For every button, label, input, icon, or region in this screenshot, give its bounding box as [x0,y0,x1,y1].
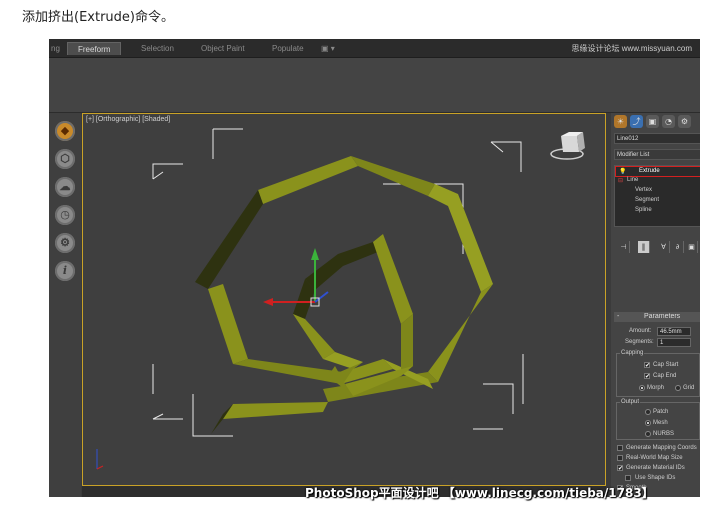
gear-icon[interactable]: ⚙ [55,233,75,253]
ribbon-panel [49,58,700,113]
teapot-icon[interactable]: ◆ [55,121,75,141]
modify-tab-icon[interactable]: ⤴ [630,115,643,128]
stack-item-extrude[interactable]: Extrude [639,168,660,174]
morph-label: Morph [647,385,665,391]
object-name-field[interactable]: Line012 [614,133,700,144]
forum-watermark: PhotoShop平面设计吧 【www.linecg.com/tieba/178… [305,486,654,500]
site-logo: 思缘设计论坛 www.missyuan.com [571,44,692,53]
3dsmax-window: ng Freeform Selection Object Paint Popul… [49,39,700,497]
cap-end-label: Cap End [653,373,677,379]
segments-spinner[interactable]: 1 [657,338,691,347]
segments-label: Segments: [625,339,654,345]
cap-start-label: Cap Start [653,362,679,368]
tutorial-caption: 添加挤出(Extrude)命令。 [22,10,174,25]
tab-populate[interactable]: Populate [272,42,304,55]
create-tab-icon[interactable]: ☀ [614,115,627,128]
extruded-spiral [195,156,493,434]
pin-stack-icon[interactable]: ⊣ [618,241,630,253]
hierarchy-tab-icon[interactable]: ▣ [646,115,659,128]
amount-label: Amount: [629,328,652,334]
cap-start-checkbox[interactable]: ✔ [644,362,650,369]
mesh-label: Mesh [653,420,668,426]
motion-tab-icon[interactable]: ◔ [662,115,675,128]
viewport-orthographic[interactable]: [+] [Orthographic] [Shaded] [82,113,606,486]
gen-mapping-label: Generate Mapping Coords [626,445,697,451]
tab-object-paint[interactable]: Object Paint [201,42,245,55]
tab-freeform[interactable]: Freeform [67,42,122,55]
stack-item-segment[interactable]: Segment [635,197,659,203]
grid-label: Grid [683,385,695,391]
gen-mapping-checkbox[interactable] [617,445,623,451]
command-panel: ☀ ⤴ ▣ ◔ ⚙ Line012 Modifier List 💡 Extrud… [611,113,700,497]
use-shape-ids-checkbox[interactable] [625,475,631,481]
mesh-radio[interactable] [645,420,651,426]
make-unique-icon[interactable]: ∀ [658,241,670,253]
use-shape-ids-label: Use Shape IDs [635,475,676,481]
axis-tripod [96,449,104,470]
parameters-title: Parameters [644,313,681,320]
stack-item-spline[interactable]: Spline [635,207,652,213]
output-group: Output Patch Mesh NURBS [616,399,700,440]
capping-title: Capping [620,350,645,356]
nurbs-label: NURBS [653,431,675,437]
gen-material-checkbox[interactable]: ✔ [617,465,623,472]
light-bulb-icon[interactable]: 💡 [619,168,626,175]
output-title: Output [620,399,641,405]
stack-item-vertex[interactable]: Vertex [635,187,652,193]
utilities-tab-icon[interactable]: ⚙ [678,115,691,128]
show-end-result-icon[interactable]: ‖ [638,241,650,253]
collapse-icon[interactable]: ⊟ [618,177,623,184]
info-icon[interactable]: i [55,261,75,281]
tab-selection[interactable]: Selection [141,42,174,55]
viewport-scene [96,128,585,470]
capping-group: Capping ✔ Cap Start ✔ Cap End Morph Grid [616,350,700,397]
parameters-rollout[interactable]: - Parameters [614,312,700,322]
real-world-label: Real-World Map Size [626,455,683,461]
left-toolbar: ◆ ⬡ ☁ ◷ ⚙ i [49,113,81,497]
real-world-checkbox[interactable] [617,455,623,461]
modifier-stack: 💡 Extrude ⊟ Line Vertex Segment Spline [614,165,700,227]
cap-end-checkbox[interactable]: ✔ [644,373,650,380]
morph-radio[interactable] [639,385,645,391]
modifier-list-dropdown[interactable]: Modifier List [614,149,700,160]
configure-sets-icon[interactable]: ▣ [686,241,698,253]
ribbon-options-icon[interactable]: ▣ ▾ [321,42,335,55]
gen-material-label: Generate Material IDs [626,465,685,471]
viewcube-icon [550,132,585,160]
remove-modifier-icon[interactable]: ∂ [672,241,684,253]
nurbs-radio[interactable] [645,431,651,437]
tab-modeling[interactable]: ng [51,42,60,55]
ribbon-tabbar: ng Freeform Selection Object Paint Popul… [49,39,700,58]
cloud-icon[interactable]: ☁ [55,177,75,197]
stack-tools: ⊣ ‖ ∀ ∂ ▣ [614,241,700,255]
stack-item-line[interactable]: Line [627,177,638,183]
grid-radio[interactable] [675,385,681,391]
patch-label: Patch [653,409,669,415]
patch-radio[interactable] [645,409,651,415]
box-icon[interactable]: ⬡ [55,149,75,169]
clock-icon[interactable]: ◷ [55,205,75,225]
amount-spinner[interactable]: 46.5mm [657,327,691,336]
